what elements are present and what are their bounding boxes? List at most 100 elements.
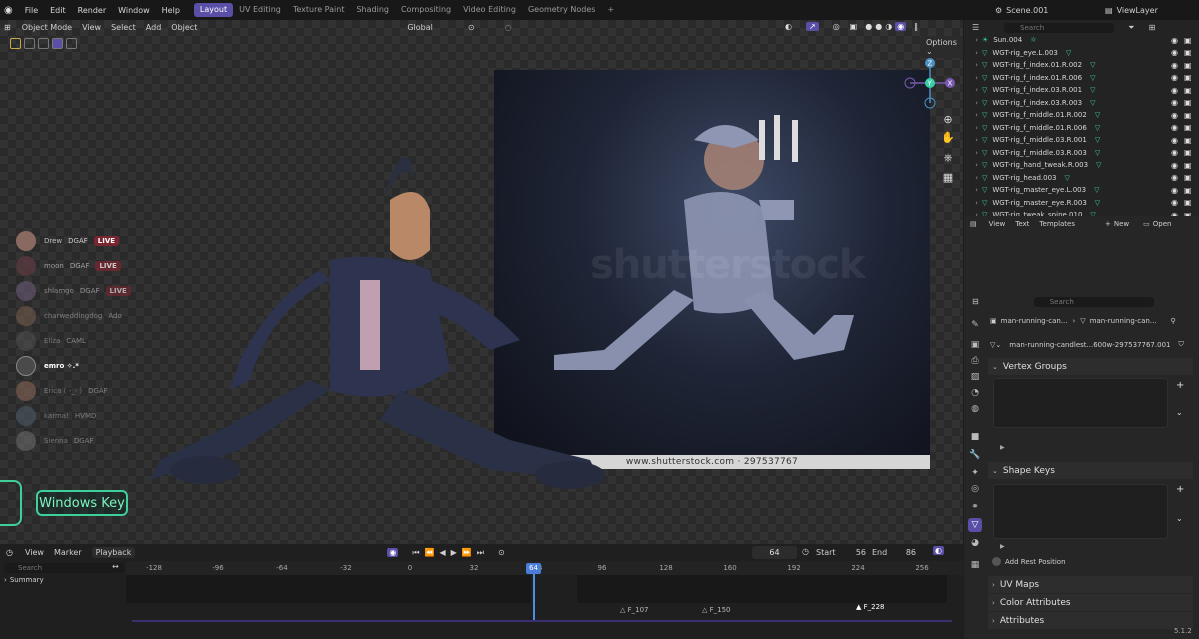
shading-rendered-icon[interactable]: ◉ [895,22,907,31]
current-frame-field[interactable]: 64 [752,546,797,559]
new-collection-icon[interactable]: ⊞ [1149,23,1156,32]
visibility-eye-icon[interactable]: ◉ [1171,148,1178,157]
visibility-eye-icon[interactable]: ◉ [1171,98,1178,107]
timeline-scrollbar[interactable] [132,620,952,622]
fake-user-icon[interactable]: ⛉ [1178,340,1183,349]
jump-start-icon[interactable]: ⏮ [412,548,419,558]
text-menu-view[interactable]: View [989,220,1006,228]
end-frame-field[interactable]: End 86 [872,546,916,559]
render-camera-icon[interactable]: ▣ [1184,173,1192,182]
timeline-search-input[interactable]: Search [4,563,124,573]
timeline-editor-icon[interactable]: ◷ [6,548,13,557]
tab-compositing[interactable]: Compositing [395,3,457,17]
shape-keys-panel-header[interactable]: ⌄ Shape Keys [988,462,1193,479]
shading-solid-icon[interactable]: ● [875,22,882,31]
outliner-row[interactable]: › ▽ WGT-rig_f_middle.03.R.003 ▽ ◉ ▣ [964,147,1199,160]
text-menu-text[interactable]: Text [1015,220,1029,228]
camera-view-icon[interactable]: ⎈ [940,150,956,166]
frame-ruler[interactable]: -128 -96 -64 -32 0 32 64 96 128 160 192 224 256 [126,561,963,575]
marker[interactable]: △ F_107 [620,606,649,614]
outliner-row[interactable]: › ▽ WGT-rig_tweak_spine.010 ▽ ◉ ▣ [964,209,1199,216]
render-camera-icon[interactable]: ▣ [1184,48,1192,57]
visibility-eye-icon[interactable]: ◉ [1171,86,1178,95]
outliner-editor-icon[interactable]: ☰ [972,23,979,32]
pause-icon[interactable]: ‖ [914,22,918,31]
expand-arrow-icon[interactable]: › [964,161,978,169]
expand-list-icon[interactable]: ▶ [1000,444,1005,451]
constraints-tab-icon[interactable]: ⚭ [968,500,982,514]
tab-uv-editing[interactable]: UV Editing [233,3,287,17]
play-reverse-icon[interactable]: ◀ [439,548,445,557]
navigation-gizmo[interactable]: Z Y X [900,55,960,115]
output-tab-icon[interactable]: ⎙ [968,354,982,368]
expand-arrow-icon[interactable]: › [964,186,978,194]
menu-window[interactable]: Window [112,6,156,15]
add-vertex-group-button[interactable]: + [1176,380,1184,391]
expand-arrow-icon[interactable]: › [964,49,978,57]
visibility-icon[interactable]: ◐ [785,22,792,31]
timeline-menu-view[interactable]: View [25,548,44,557]
vertex-groups-list[interactable] [993,378,1168,428]
outliner-row[interactable]: › ▽ WGT-rig_f_middle.03.R.001 ▽ ◉ ▣ [964,134,1199,147]
render-camera-icon[interactable]: ▣ [1184,136,1192,145]
render-camera-icon[interactable]: ▣ [1184,86,1192,95]
outliner-row[interactable]: › ▽ WGT-rig_master_eye.R.003 ▽ ◉ ▣ [964,197,1199,210]
visibility-eye-icon[interactable]: ◉ [1171,36,1178,45]
playback-dropdown[interactable]: Playback [91,547,136,558]
view-layer-tab-icon[interactable]: ▨ [968,370,982,384]
outliner-row[interactable]: › ▽ WGT-rig_head.003 ▽ ◉ ▣ [964,172,1199,185]
outliner[interactable]: ☰ Search ⏷ ⊞ › ☀ Sun.004 ☼ ◉ ▣ › ▽ WGT-rig_eye.L… [964,20,1199,216]
visibility-eye-icon[interactable]: ◉ [1171,73,1178,82]
outliner-row[interactable]: › ▽ WGT-rig_master_eye.L.003 ▽ ◉ ▣ [964,184,1199,197]
shape-key-menu-icon[interactable]: ⌄ [1176,514,1183,523]
text-editor-icon[interactable]: ▤ [970,220,977,228]
tab-texture-paint[interactable]: Texture Paint [287,3,351,17]
visibility-eye-icon[interactable]: ◉ [1171,111,1178,120]
text-editor[interactable]: ▤ View Text Templates + New ▭ Open [964,216,1199,292]
transform-orientation-dropdown[interactable]: Global [402,23,438,32]
clock-icon[interactable]: ◷ [802,547,809,556]
select-subtract-button[interactable] [52,38,63,49]
shape-keys-list[interactable] [993,484,1168,539]
menu-edit[interactable]: Edit [44,6,72,15]
vertex-group-menu-icon[interactable]: ⌄ [1176,408,1183,417]
prev-keyframe-icon[interactable]: ⏪ [425,548,435,557]
next-keyframe-icon[interactable]: ⏩ [462,548,472,557]
pan-hand-icon[interactable]: ✋ [940,130,956,146]
mode-dropdown[interactable]: Object Mode [17,23,77,32]
visibility-eye-icon[interactable]: ◉ [1171,136,1178,145]
proportional-edit-icon[interactable]: ◌ [505,23,512,32]
expand-arrow-icon[interactable]: › [964,74,978,82]
expand-arrow-icon[interactable]: › [964,61,978,69]
select-tool-button[interactable] [10,38,21,49]
expand-arrow-icon[interactable]: › [964,36,978,44]
marker[interactable]: △ F_150 [702,606,731,614]
select-box-button[interactable] [24,38,35,49]
render-camera-icon[interactable]: ▣ [1184,61,1192,70]
viewport-menu-object[interactable]: Object [166,23,202,32]
text-menu-templates[interactable]: Templates [1039,220,1075,228]
outliner-search-input[interactable]: Search [1004,22,1115,33]
expand-arrow-icon[interactable]: › [964,174,978,182]
properties-editor-icon[interactable]: ⊟ [972,297,979,306]
expand-arrow-icon[interactable]: › [964,199,978,207]
view-layer-selector[interactable]: ▤ ViewLayer [1105,3,1158,17]
select-intersect-button[interactable] [66,38,77,49]
mesh-data-tab-icon[interactable]: ▽ [968,518,982,532]
texture-tab-icon[interactable]: ▦ [968,558,982,572]
render-camera-icon[interactable]: ▣ [1184,73,1192,82]
marker[interactable]: ▲ F_228 [856,603,885,611]
perspective-toggle-icon[interactable]: ▦ [940,170,956,186]
visibility-eye-icon[interactable]: ◉ [1171,186,1178,195]
outliner-row[interactable]: › ▽ WGT-rig_f_middle.01.R.002 ▽ ◉ ▣ [964,109,1199,122]
visibility-eye-icon[interactable]: ◉ [1171,123,1178,132]
add-rest-position-checkbox[interactable] [992,557,1001,566]
jump-end-icon[interactable]: ⏭ [477,548,484,558]
timeline-options-icon[interactable]: ◐ [933,546,944,555]
tab-layout[interactable]: Layout [193,3,234,17]
properties-search-input[interactable]: Search [1033,296,1154,307]
object-tab-icon[interactable]: ■ [968,430,982,444]
render-camera-icon[interactable]: ▣ [1184,111,1192,120]
swap-icon[interactable]: ↔ [112,562,119,571]
shading-wireframe-icon[interactable]: ● [865,22,872,31]
